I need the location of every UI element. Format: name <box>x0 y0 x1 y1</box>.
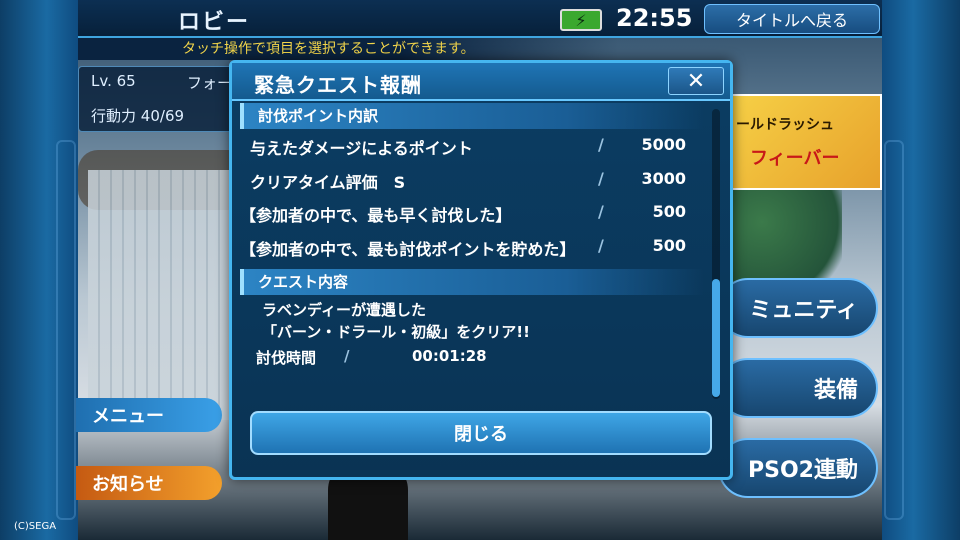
clear-time-label: 討伐時間 <box>256 349 317 367</box>
point-value: 5000 <box>641 135 686 154</box>
close-button[interactable]: 閉じる <box>250 411 712 455</box>
page-title: ロビー <box>178 10 251 35</box>
pso2-link-button[interactable]: PSO2連動 <box>718 438 878 498</box>
point-label: 【参加者の中で、最も討伐ポイントを貯めた】 <box>240 239 576 259</box>
battery-charging-icon: ⚡ <box>560 9 602 31</box>
action-points: 行動力 40/69 <box>91 105 184 126</box>
separator-slash: / <box>598 168 604 188</box>
point-row: 【参加者の中で、最も討伐ポイントを貯めた】 / 500 <box>240 230 704 264</box>
back-to-title-button[interactable]: タイトルへ戻る <box>704 4 880 34</box>
right-frame <box>882 0 960 540</box>
copyright: (C)SEGA <box>14 521 57 532</box>
point-label: クリアタイム評価 S <box>250 172 406 192</box>
top-header: ロビー ⚡ 22:55 タイトルへ戻る <box>78 0 882 38</box>
action-points-value: 40/69 <box>140 107 185 125</box>
clear-time-value: 00:01:28 <box>412 347 487 365</box>
menu-button[interactable]: メニュー <box>76 398 222 432</box>
reward-dialog: 緊急クエスト報酬 ✕ 討伐ポイント内訳 与えたダメージによるポイント / 500… <box>229 60 733 480</box>
dialog-scrollbar[interactable] <box>712 109 720 399</box>
point-value: 3000 <box>641 168 686 188</box>
clock: 22:55 <box>616 4 693 32</box>
close-x-button[interactable]: ✕ <box>668 67 724 95</box>
point-row: 【参加者の中で、最も早く討伐した】 / 500 <box>240 196 704 230</box>
point-label: 与えたダメージによるポイント <box>250 139 473 158</box>
player-level: Lv. 65 <box>91 72 136 90</box>
point-label: 【参加者の中で、最も早く討伐した】 <box>240 206 512 225</box>
separator-slash: / <box>598 135 604 154</box>
clear-time-row: 討伐時間 / 00:01:28 <box>240 343 704 369</box>
scroll-thumb[interactable] <box>712 279 720 397</box>
quest-section-header: クエスト内容 <box>240 269 704 295</box>
points-section-header: 討伐ポイント内訳 <box>240 103 704 129</box>
separator-slash: / <box>344 347 350 365</box>
point-value: 500 <box>652 202 686 221</box>
news-button[interactable]: お知らせ <box>76 466 222 500</box>
dialog-title: 緊急クエスト報酬 <box>254 73 422 97</box>
quest-details: クエスト内容 ラベンディーが遭遇した 「バーン・ドラール・初級」をクリア!! 討… <box>240 269 704 369</box>
event-banner[interactable]: ールドラッシュ フィーバー <box>730 94 882 190</box>
player-class: フォー <box>187 74 233 92</box>
frame-decoration <box>884 140 904 520</box>
separator-slash: / <box>598 235 604 255</box>
hint-text: タッチ操作で項目を選択することができます。 <box>78 38 618 60</box>
point-value: 500 <box>652 235 686 255</box>
close-x-icon: ✕ <box>686 68 706 94</box>
equip-button[interactable]: 装備 <box>718 358 878 418</box>
separator-slash: / <box>598 202 604 221</box>
frame-decoration <box>56 140 76 520</box>
quest-line: ラベンディーが遭遇した <box>262 301 426 319</box>
dialog-body[interactable]: 討伐ポイント内訳 与えたダメージによるポイント / 5000 クリアタイム評価 … <box>240 103 704 391</box>
left-frame <box>0 0 78 540</box>
banner-line-1: ールドラッシュ <box>736 117 834 133</box>
community-button[interactable]: ミュニティ <box>718 278 878 338</box>
quest-line: 「バーン・ドラール・初級」をクリア!! <box>262 323 530 341</box>
point-row: クリアタイム評価 S / 3000 <box>240 163 704 197</box>
banner-line-2: フィーバー <box>750 148 840 169</box>
point-row: 与えたダメージによるポイント / 5000 <box>240 129 704 163</box>
dialog-header: 緊急クエスト報酬 ✕ <box>232 63 730 101</box>
action-points-label: 行動力 <box>91 107 137 125</box>
